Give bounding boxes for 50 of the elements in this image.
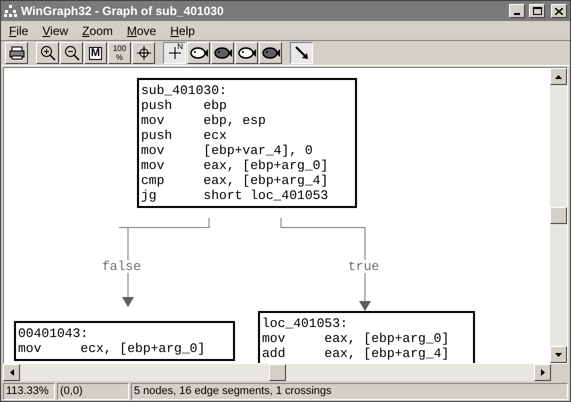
code-line: jg short loc_401053 [141,188,330,203]
close-icon [555,8,563,14]
menu-item[interactable]: File [3,24,34,36]
right-arrow-icon [540,369,544,376]
menu-item[interactable]: View [36,24,74,36]
app-icon [4,5,17,17]
code-line: sub_401030: [141,83,228,98]
north-button[interactable]: N [163,42,186,64]
code-line: mov [ebp+var_4], 0 [141,143,314,158]
menu-item[interactable]: Help [164,24,201,36]
horizontal-scrollbar[interactable] [3,364,551,381]
menu-item[interactable]: Move [120,24,162,36]
fit-button[interactable]: M [84,42,107,64]
left-arrow-icon [10,369,14,376]
scroll-left-button[interactable] [3,364,20,381]
code-line: add eax, [ebp+arg_4] [262,346,450,361]
scroll-down-button[interactable] [550,346,567,363]
graph-info-status: 5 nodes, 16 edge segments, 1 crossings [131,382,568,400]
toolbar-button[interactable] [290,42,313,64]
zoom-in-icon [40,45,56,61]
code-line: mov eax, [ebp+arg_0] [141,158,330,173]
code-line: mov ecx, [ebp+arg_0] [18,341,206,356]
code-line: push ebp [141,98,228,113]
minimize-button[interactable] [509,4,525,18]
up-arrow-icon [555,74,562,78]
position-status: (0,0) [57,382,129,400]
down-arrow-icon [555,352,562,356]
code-line: push ecx [141,128,228,143]
scroll-right-button[interactable] [534,364,551,381]
code-line: 00401043: [18,326,90,341]
printer-icon [8,46,24,60]
edge-label: true [348,260,380,273]
close-button[interactable] [551,4,567,18]
arrow-icon [294,45,310,61]
edge-label: false [102,260,142,273]
code-line: mov eax, [ebp+arg_0] [262,331,450,346]
code-line: mov ebp, esp [141,113,267,128]
window-title: WinGraph32 - Graph of sub_401030 [21,3,225,20]
scroll-up-button[interactable] [550,68,567,85]
maximize-button[interactable] [529,4,545,18]
zoom-out-icon [64,45,80,61]
zoom-100-button[interactable]: 100 % [108,42,131,64]
scroll-thumb[interactable] [550,207,567,224]
code-line: cmp eax, [ebp+arg_4] [141,173,330,188]
crosshair-icon [136,45,152,61]
vertical-scrollbar[interactable] [550,68,567,363]
code-line: loc_401053: [262,316,349,331]
zoom-status: 113.33% [3,382,55,400]
menu-item[interactable]: Zoom [76,24,119,36]
scroll-thumb[interactable] [268,364,286,381]
